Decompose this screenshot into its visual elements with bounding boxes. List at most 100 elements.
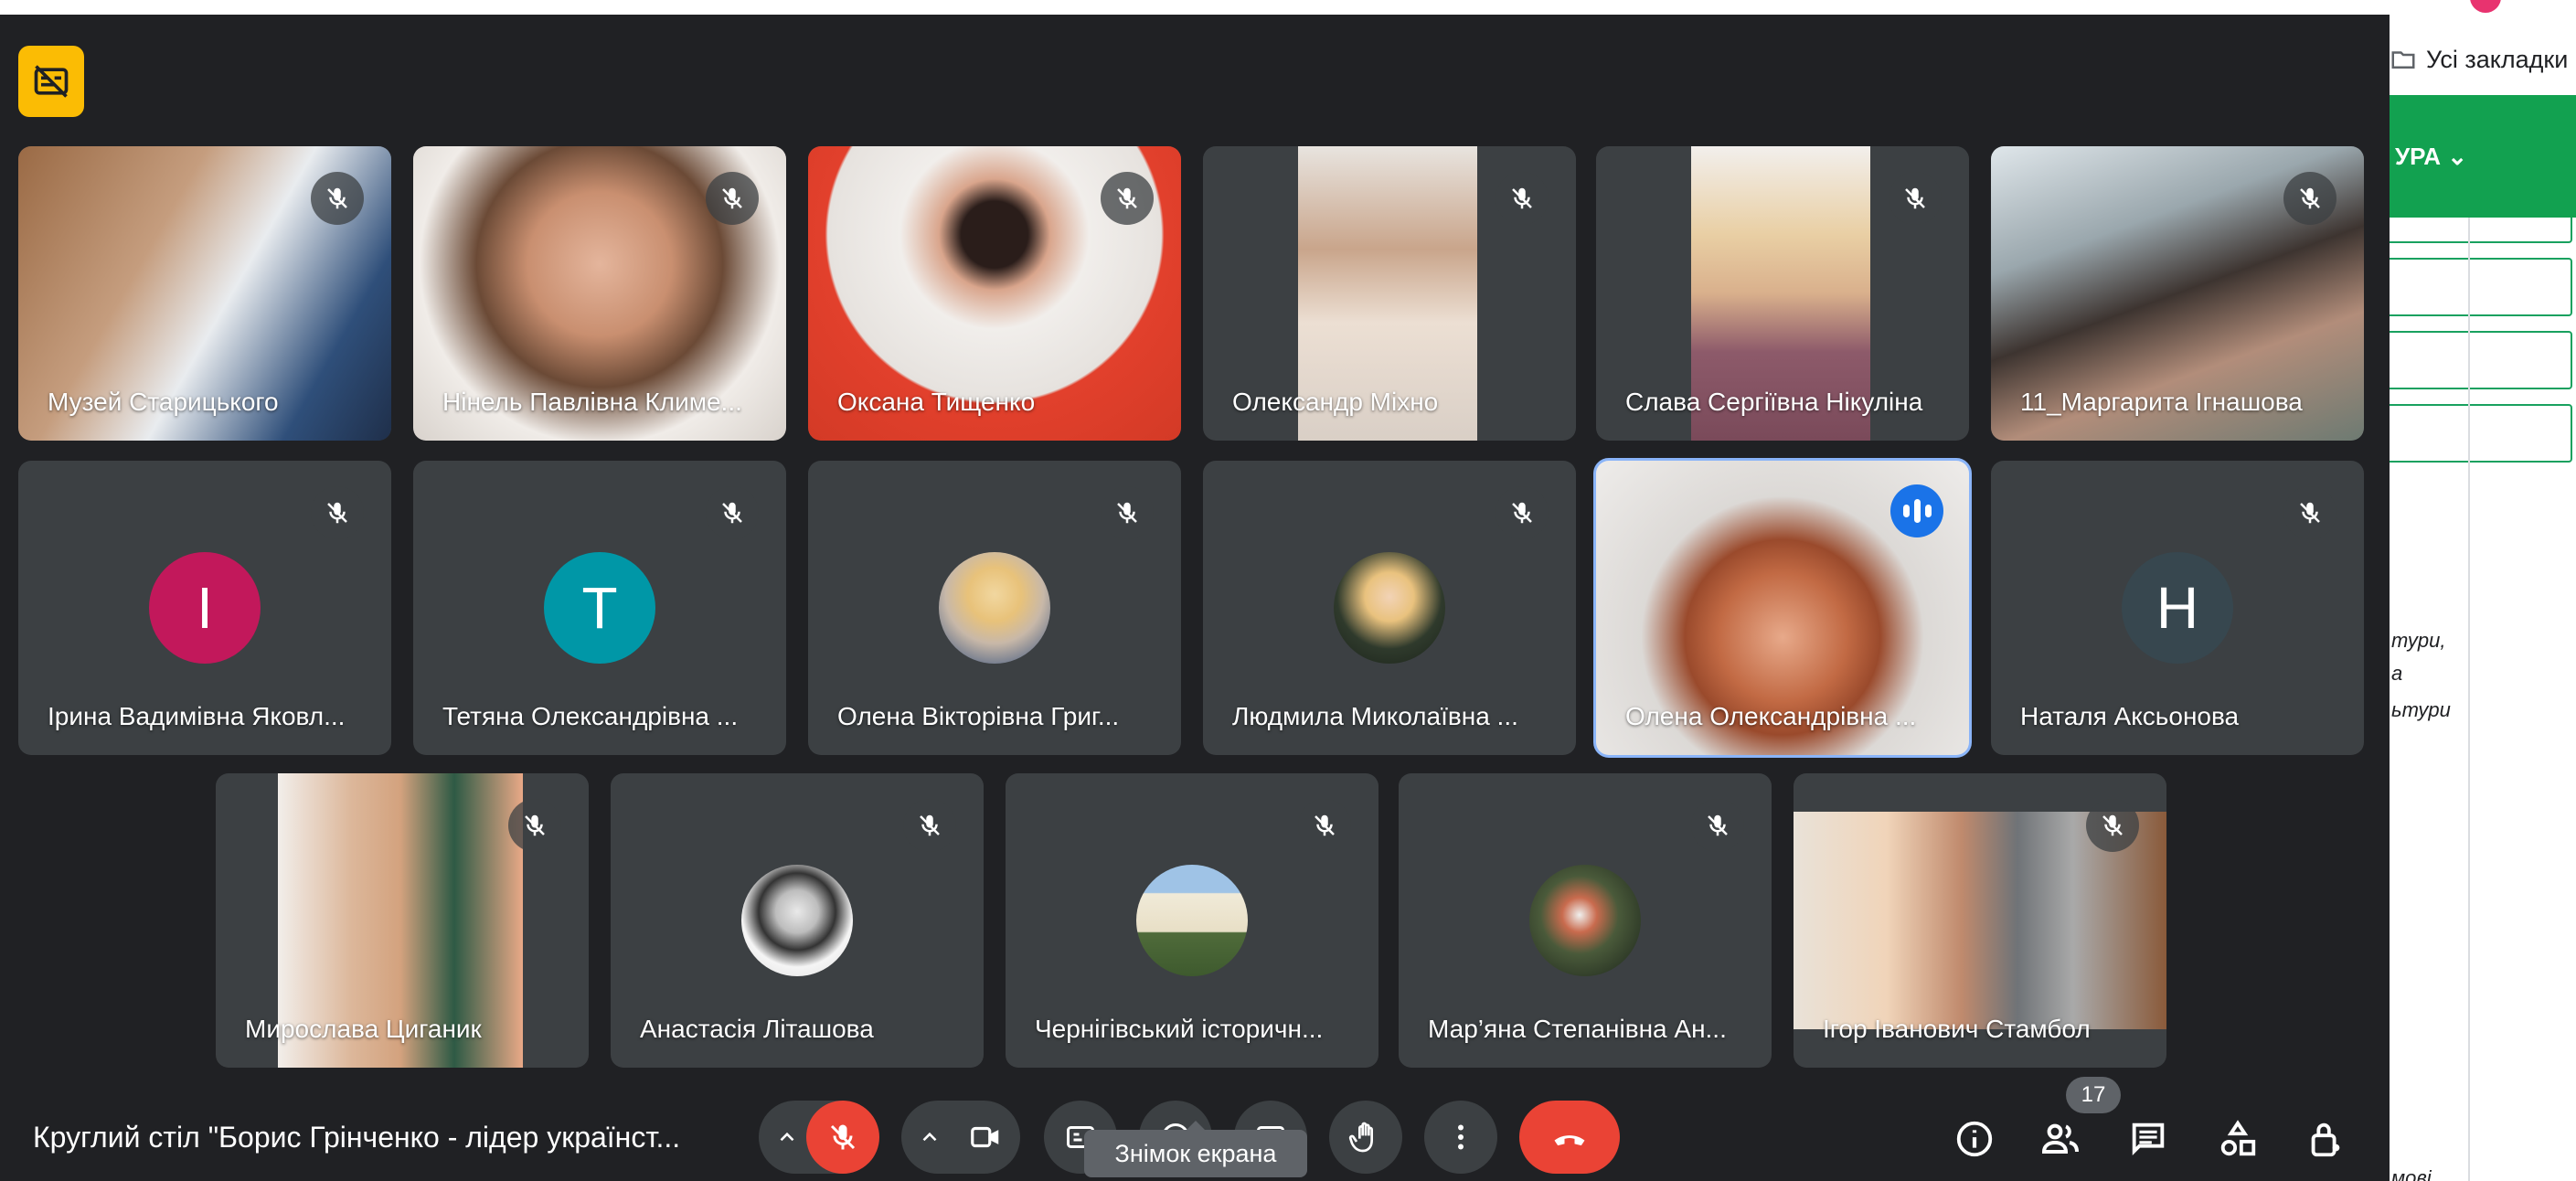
mic-off-icon (508, 799, 561, 852)
all-bookmarks-link[interactable]: Усі закладки (2426, 46, 2568, 74)
avatar (741, 865, 853, 976)
participant-name: Тетяна Олександрівна ... (442, 702, 739, 730)
participant-tile[interactable]: Слава Сергіївна Нікуліна (1596, 146, 1969, 441)
participant-tile[interactable]: Н Наталя Аксьонова (1991, 461, 2364, 755)
site-nav-menu[interactable]: УРА ⌄ (2395, 143, 2467, 171)
participant-name: Олена Вікторівна Григ... (837, 702, 1120, 730)
meeting-title[interactable]: Круглий стіл "Борис Грінченко - лідер ук… (33, 1121, 680, 1154)
avatar: Н (2122, 552, 2233, 664)
participant-tile[interactable]: Олександр Міхно (1203, 146, 1576, 441)
participant-tile[interactable]: T Тетяна Олександрівна ... (413, 461, 786, 755)
mic-off-icon (830, 1124, 856, 1150)
participant-name: Олена Олександрівна ... (1625, 702, 1917, 730)
participant-tile[interactable]: Оксана Тищенко (808, 146, 1181, 441)
mic-off-icon (2086, 799, 2139, 852)
mic-off-icon (1496, 486, 1549, 539)
side-text-line: ьтури (2391, 698, 2451, 721)
participant-tile[interactable]: Мирослава Циганик (216, 773, 589, 1068)
participant-tile[interactable]: 11_Маргарита Ігнашова (1991, 146, 2364, 441)
lock-person-icon (2311, 1122, 2340, 1157)
participant-name: Мирослава Циганик (245, 1015, 482, 1043)
activities-button[interactable] (2212, 1113, 2263, 1165)
mic-off-icon (903, 799, 956, 852)
side-text-line: мові (2391, 1166, 2432, 1181)
profile-avatar[interactable] (2470, 0, 2501, 13)
participant-name: 11_Маргарита Ігнашова (2020, 388, 2303, 416)
more-vert-icon (1458, 1124, 1464, 1150)
participant-tile[interactable]: Музей Старицького (18, 146, 391, 441)
participant-name: Ігор Іванович Стамбол (1823, 1015, 2091, 1043)
participant-tile[interactable]: Нінель Павлівна Климе... (413, 146, 786, 441)
captions-off-icon (34, 65, 69, 98)
participant-name: Чернігівський історичн... (1035, 1015, 1324, 1043)
avatar (1334, 552, 1445, 664)
participant-name: Нінель Павлівна Климе... (442, 388, 742, 416)
screenshot-tooltip: Знімок екрана (1084, 1121, 1307, 1177)
participant-tile[interactable]: Олена Вікторівна Григ... (808, 461, 1181, 755)
info-icon (1956, 1121, 1993, 1157)
participant-tile[interactable]: І Ірина Вадимівна Яковл... (18, 461, 391, 755)
side-text-line: тури, (2391, 629, 2446, 652)
chat-button[interactable] (2123, 1113, 2174, 1165)
microphone-toggle-button[interactable] (806, 1101, 879, 1174)
avatar (1529, 865, 1641, 976)
camera-toggle-button[interactable] (949, 1101, 1022, 1174)
participant-name: Оксана Тищенко (837, 388, 1036, 416)
raise-hand-button[interactable] (1329, 1101, 1402, 1174)
avatar (1136, 865, 1248, 976)
form-field[interactable] (2390, 404, 2572, 463)
browser-top-strip (0, 0, 2390, 15)
host-controls-button[interactable] (2300, 1113, 2351, 1165)
mic-off-icon (1496, 172, 1549, 225)
avatar (939, 552, 1050, 664)
participant-tile[interactable]: Людмила Миколаївна ... (1203, 461, 1576, 755)
participant-tile-active-speaker[interactable]: Олена Олександрівна ... (1593, 458, 1972, 758)
panel-divider (2468, 218, 2470, 1181)
meeting-details-button[interactable] (1949, 1113, 2000, 1165)
more-options-button[interactable] (1424, 1101, 1497, 1174)
participant-name: Музей Старицького (48, 388, 279, 416)
participant-name: Слава Сергіївна Нікуліна (1625, 388, 1923, 416)
form-field[interactable] (2390, 331, 2572, 389)
mic-off-icon (311, 486, 364, 539)
audio-options-button[interactable] (764, 1101, 810, 1174)
mic-off-icon (1101, 486, 1154, 539)
speaking-indicator-icon (1890, 484, 1943, 537)
mic-off-icon (2283, 486, 2336, 539)
participant-tile[interactable]: Ігор Іванович Стамбол (1794, 773, 2166, 1068)
leave-call-button[interactable] (1519, 1101, 1620, 1174)
meet-window: Музей Старицького Нінель Павлівна Климе.… (0, 0, 2390, 1181)
form-field[interactable] (2390, 218, 2572, 243)
mic-off-icon (706, 486, 759, 539)
mic-off-icon (706, 172, 759, 225)
participant-name: Ірина Вадимівна Яковл... (48, 702, 346, 730)
avatar: І (149, 552, 261, 664)
side-text-line: а (2391, 662, 2403, 685)
chat-icon (2132, 1122, 2165, 1156)
participant-name: Наталя Аксьонова (2020, 702, 2240, 730)
people-icon (2041, 1123, 2079, 1154)
chevron-up-icon (780, 1132, 794, 1142)
participant-tile[interactable]: Анастасія Літашова (611, 773, 984, 1068)
mic-off-icon (2283, 172, 2336, 225)
avatar: T (544, 552, 655, 664)
participant-tile[interactable]: Чернігівський історичн... (1006, 773, 1378, 1068)
video-options-button[interactable] (907, 1101, 953, 1174)
participant-name: Анастасія Літашова (640, 1015, 874, 1043)
participant-tile[interactable]: Мар’яна Степанівна Ан... (1399, 773, 1772, 1068)
shapes-icon (2220, 1120, 2256, 1156)
participant-name: Мар’яна Степанівна Ан... (1428, 1015, 1727, 1043)
mic-off-icon (1691, 799, 1744, 852)
participant-name: Олександр Міхно (1232, 388, 1439, 416)
participant-name: Людмила Миколаївна ... (1232, 702, 1518, 730)
mic-off-icon (1889, 172, 1942, 225)
videocam-icon (971, 1126, 999, 1148)
folder-icon (2391, 51, 2415, 69)
mic-off-icon (1101, 172, 1154, 225)
people-button[interactable] (2035, 1113, 2086, 1165)
form-field[interactable] (2390, 258, 2572, 316)
bookmarks-bar: Усі закладки (2390, 0, 2576, 91)
participant-count-badge: 17 (2066, 1077, 2121, 1113)
call-end-icon (1554, 1135, 1585, 1146)
captions-off-button[interactable] (18, 46, 84, 117)
